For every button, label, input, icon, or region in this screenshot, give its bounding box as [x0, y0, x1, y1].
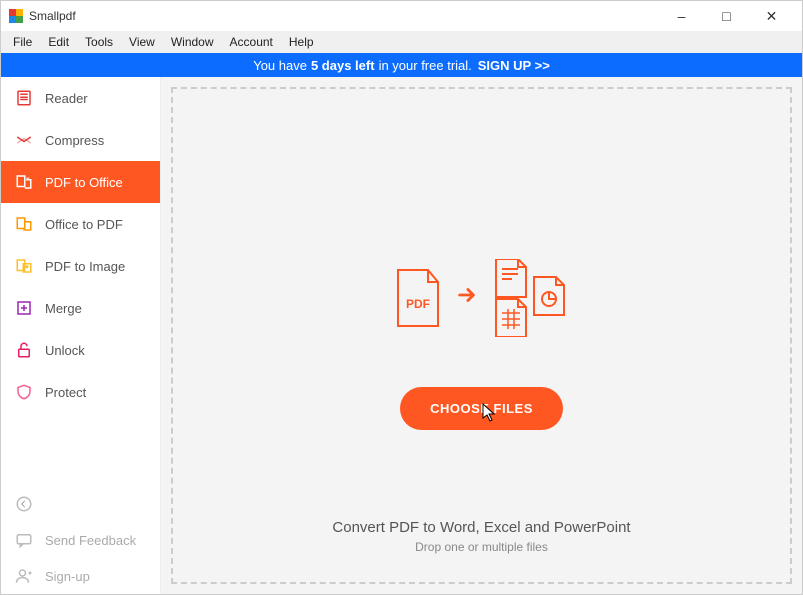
sidebar-item-pdf-to-office[interactable]: PDF to Office	[1, 161, 160, 203]
caption-subtext: Drop one or multiple files	[332, 540, 630, 554]
banner-signup-link[interactable]: SIGN UP >>	[478, 58, 550, 73]
sidebar-item-protect[interactable]: Protect	[1, 371, 160, 413]
pdf-to-office-icon	[15, 173, 33, 191]
conversion-illustration: PDF	[394, 259, 570, 337]
menu-account[interactable]: Account	[222, 33, 281, 51]
signup-icon	[15, 567, 33, 585]
unlock-icon	[15, 341, 33, 359]
app-logo-icon	[9, 9, 23, 23]
main-panel: PDF	[161, 77, 802, 594]
banner-days-left: 5 days left	[311, 58, 375, 73]
titlebar: Smallpdf – □ ✕	[1, 1, 802, 31]
menu-tools[interactable]: Tools	[77, 33, 121, 51]
pdf-document-icon: PDF	[394, 268, 442, 328]
menu-window[interactable]: Window	[163, 33, 222, 51]
sidebar-item-label: Merge	[45, 301, 82, 316]
pdf-to-image-icon	[15, 257, 33, 275]
svg-text:PDF: PDF	[406, 297, 430, 311]
sidebar-item-label: PDF to Image	[45, 259, 125, 274]
feedback-icon	[15, 531, 33, 549]
compress-icon	[15, 131, 33, 149]
banner-text-post: in your free trial.	[379, 58, 472, 73]
protect-icon	[15, 383, 33, 401]
sidebar-item-compress[interactable]: Compress	[1, 119, 160, 161]
file-dropzone[interactable]: PDF	[171, 87, 792, 584]
sidebar-item-pdf-to-image[interactable]: PDF to Image	[1, 245, 160, 287]
menu-edit[interactable]: Edit	[40, 33, 77, 51]
arrow-right-icon	[456, 284, 478, 312]
window-title: Smallpdf	[29, 9, 76, 23]
menu-help[interactable]: Help	[281, 33, 322, 51]
sidebar-item-label: Unlock	[45, 343, 85, 358]
menu-file[interactable]: File	[5, 33, 40, 51]
sidebar-item-label: PDF to Office	[45, 175, 123, 190]
office-to-pdf-icon	[15, 215, 33, 233]
choose-files-button[interactable]: CHOOSE FILES	[400, 387, 563, 430]
content-area: Reader Compress PDF to Office Office to …	[1, 77, 802, 594]
trial-banner: You have 5 days left in your free trial.…	[1, 53, 802, 77]
sidebar-item-label: Compress	[45, 133, 104, 148]
sidebar-item-label: Protect	[45, 385, 86, 400]
sidebar-footer-label: Sign-up	[45, 569, 90, 584]
sidebar-item-reader[interactable]: Reader	[1, 77, 160, 119]
back-icon	[15, 495, 33, 513]
reader-icon	[15, 89, 33, 107]
caption-heading: Convert PDF to Word, Excel and PowerPoin…	[332, 519, 630, 536]
menu-view[interactable]: View	[121, 33, 163, 51]
dropzone-caption: Convert PDF to Word, Excel and PowerPoin…	[332, 519, 630, 554]
merge-icon	[15, 299, 33, 317]
sidebar-item-unlock[interactable]: Unlock	[1, 329, 160, 371]
sidebar-item-merge[interactable]: Merge	[1, 287, 160, 329]
sidebar-signup[interactable]: Sign-up	[1, 558, 160, 594]
maximize-button[interactable]: □	[704, 2, 749, 30]
sidebar-footer-label: Send Feedback	[45, 533, 136, 548]
close-button[interactable]: ✕	[749, 2, 794, 30]
minimize-button[interactable]: –	[659, 2, 704, 30]
sidebar-item-label: Reader	[45, 91, 88, 106]
sidebar-send-feedback[interactable]: Send Feedback	[1, 522, 160, 558]
sidebar: Reader Compress PDF to Office Office to …	[1, 77, 161, 594]
office-documents-icon	[492, 259, 570, 337]
banner-text-pre: You have	[253, 58, 307, 73]
sidebar-back-button[interactable]	[1, 486, 160, 522]
sidebar-item-label: Office to PDF	[45, 217, 123, 232]
sidebar-item-office-to-pdf[interactable]: Office to PDF	[1, 203, 160, 245]
menubar: File Edit Tools View Window Account Help	[1, 31, 802, 53]
